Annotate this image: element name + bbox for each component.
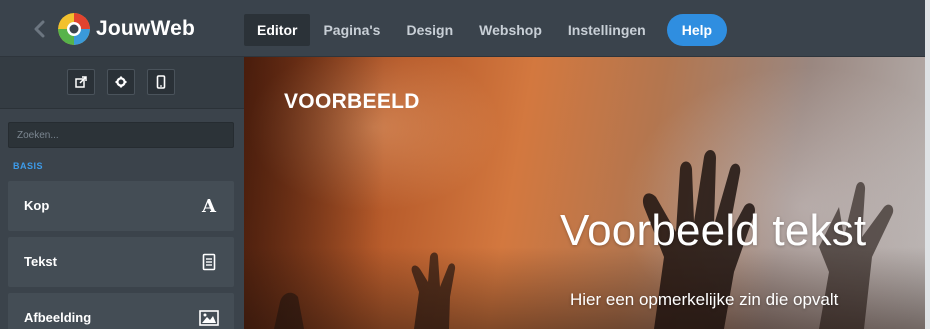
hero-shade-bottom bbox=[244, 247, 925, 329]
settings-button[interactable] bbox=[107, 69, 135, 95]
element-kop[interactable]: Kop A bbox=[8, 181, 234, 231]
section-label-basis: BASIS bbox=[13, 161, 44, 171]
search-input[interactable] bbox=[8, 122, 234, 148]
gear-icon bbox=[115, 76, 127, 88]
hero-title[interactable]: Voorbeeld tekst bbox=[560, 206, 866, 256]
external-link-icon bbox=[75, 76, 87, 88]
main-nav: Editor Pagina's Design Webshop Instellin… bbox=[244, 14, 728, 46]
window-edge bbox=[925, 0, 930, 329]
element-label: Tekst bbox=[24, 254, 57, 269]
element-label: Afbeelding bbox=[24, 310, 92, 325]
nav-webshop[interactable]: Webshop bbox=[466, 14, 555, 46]
help-button[interactable]: Help bbox=[666, 14, 728, 46]
element-label: Kop bbox=[24, 198, 50, 213]
nav-editor[interactable]: Editor bbox=[244, 14, 311, 46]
element-afbeelding[interactable]: Afbeelding bbox=[8, 293, 234, 329]
brand-name[interactable]: JouwWeb bbox=[96, 17, 195, 41]
back-chevron-icon[interactable] bbox=[33, 20, 47, 38]
mobile-preview-button[interactable] bbox=[147, 69, 175, 95]
nav-instellingen[interactable]: Instellingen bbox=[555, 14, 659, 46]
element-tekst[interactable]: Tekst bbox=[8, 237, 234, 287]
mobile-icon bbox=[156, 75, 166, 89]
svg-text:A: A bbox=[201, 197, 217, 215]
site-title[interactable]: VOORBEELD bbox=[284, 90, 420, 114]
sidebar-toolbar bbox=[0, 57, 244, 109]
open-site-button[interactable] bbox=[67, 69, 95, 95]
page-preview[interactable]: VOORBEELD Voorbeeld tekst Hier een opmer… bbox=[244, 57, 925, 329]
sidebar: BASIS Kop A Tekst Afbeelding bbox=[0, 57, 244, 329]
nav-paginas[interactable]: Pagina's bbox=[310, 14, 393, 46]
hero-subtitle[interactable]: Hier een opmerkelijke zin die opvalt bbox=[570, 290, 838, 310]
jouwweb-logo[interactable] bbox=[58, 13, 90, 45]
top-bar: JouwWeb Editor Pagina's Design Webshop I… bbox=[0, 0, 930, 57]
image-icon bbox=[198, 306, 220, 329]
text-document-icon bbox=[198, 250, 220, 274]
heading-icon: A bbox=[198, 194, 220, 218]
nav-design[interactable]: Design bbox=[393, 14, 466, 46]
